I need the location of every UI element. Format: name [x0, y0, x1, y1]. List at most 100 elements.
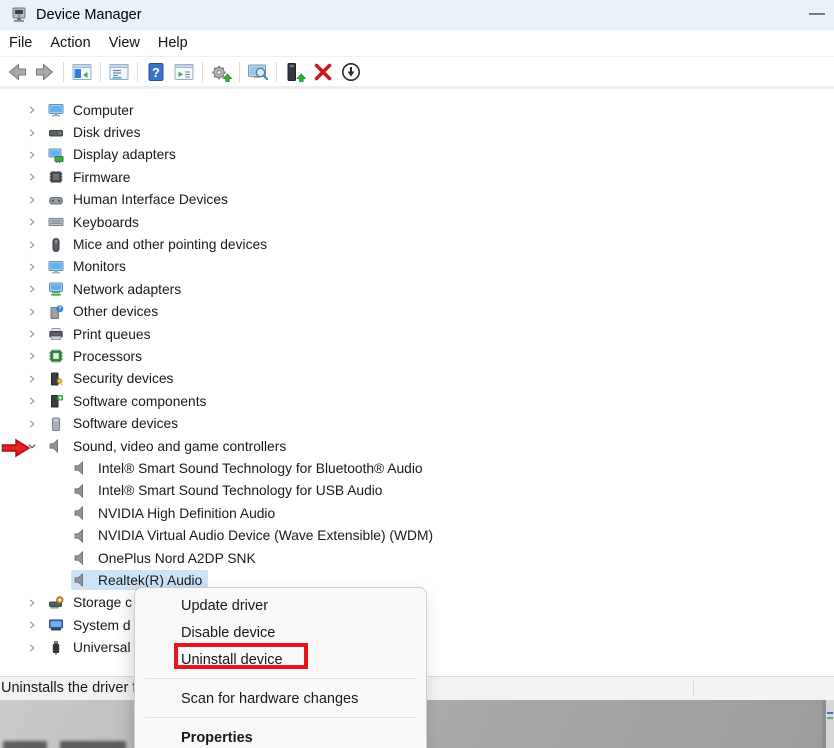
tree-item-nvidia-virtual-audio-device-wave-extensible-wdm[interactable]: NVIDIA Virtual Audio Device (Wave Extens… [0, 524, 834, 546]
chevron-right-icon[interactable] [24, 169, 40, 185]
chevron-down-icon[interactable] [24, 438, 40, 454]
menu-view[interactable]: View [100, 35, 149, 51]
network-icon [48, 281, 64, 297]
disable-device-icon[interactable] [338, 60, 364, 84]
tree-item-disk-drives[interactable]: Disk drives [0, 121, 834, 143]
context-properties[interactable]: Properties [135, 725, 426, 748]
action-pane-icon[interactable] [171, 60, 197, 84]
device-manager-icon [10, 6, 28, 24]
svg-text:?: ? [58, 306, 61, 312]
chevron-right-icon[interactable] [24, 281, 40, 297]
tree-item-firmware[interactable]: Firmware [0, 166, 834, 188]
tree-item-label: Intel® Smart Sound Technology for Blueto… [98, 461, 423, 476]
tree-item-label: Processors [73, 349, 142, 364]
background-window-strip [826, 700, 834, 748]
tree-item-keyboards[interactable]: Keyboards [0, 211, 834, 233]
tree-item-monitors[interactable]: Monitors [0, 256, 834, 278]
chevron-right-icon[interactable] [24, 147, 40, 163]
tree-item-label: Monitors [73, 259, 126, 274]
tree-item-label: Display adapters [73, 147, 176, 162]
menu-help[interactable]: Help [149, 35, 197, 51]
back-icon[interactable] [4, 60, 30, 84]
firmware-icon [48, 169, 64, 185]
tree-item-security-devices[interactable]: Security devices [0, 368, 834, 390]
security-icon [48, 371, 64, 387]
tree-item-human-interface-devices[interactable]: Human Interface Devices [0, 189, 834, 211]
chevron-right-icon[interactable] [24, 348, 40, 364]
status-text: Uninstalls the driver f [1, 680, 136, 696]
toolbar-separator [137, 62, 138, 82]
processor-icon [48, 348, 64, 364]
speaker-icon [73, 572, 89, 588]
system-icon [48, 617, 64, 633]
tree-item-label: Software components [73, 394, 206, 409]
tree-item-print-queues[interactable]: Print queues [0, 323, 834, 345]
tree-item-computer[interactable]: Computer [0, 99, 834, 121]
tree-item-label: Keyboards [73, 215, 139, 230]
menu-bar: FileActionViewHelp [0, 30, 834, 57]
chevron-right-icon[interactable] [24, 304, 40, 320]
usb-icon [48, 640, 64, 656]
chevron-right-icon[interactable] [24, 125, 40, 141]
tree-item-label: Mice and other pointing devices [73, 237, 267, 252]
tree-item-oneplus-nord-a2dp-snk[interactable]: OnePlus Nord A2DP SNK [0, 547, 834, 569]
chevron-right-icon[interactable] [24, 214, 40, 230]
tree-item-label: NVIDIA High Definition Audio [98, 506, 275, 521]
menu-action[interactable]: Action [41, 35, 99, 51]
toolbar-separator [276, 62, 277, 82]
tree-item-software-components[interactable]: Software components [0, 390, 834, 412]
tree-item-software-devices[interactable]: Software devices [0, 412, 834, 434]
context-update-driver[interactable]: Update driver [135, 593, 426, 620]
chevron-right-icon[interactable] [24, 371, 40, 387]
chevron-right-icon[interactable] [24, 237, 40, 253]
forward-icon[interactable] [32, 60, 58, 84]
chevron-right-icon[interactable] [24, 192, 40, 208]
tree-item-label: Other devices [73, 304, 158, 319]
tree-item-label: Print queues [73, 327, 150, 342]
chevron-right-icon[interactable] [24, 102, 40, 118]
tree-item-intel-smart-sound-technology-for-usb-audio[interactable]: Intel® Smart Sound Technology for USB Au… [0, 480, 834, 502]
toolbar-separator [63, 62, 64, 82]
toolbar-separator [202, 62, 203, 82]
tree-item-label: Storage c [73, 595, 132, 610]
context-menu: Update driverDisable deviceUninstall dev… [134, 587, 427, 748]
device-manager-window: Device Manager — FileActionViewHelp ? Co… [0, 0, 834, 748]
device-update-icon[interactable] [282, 60, 308, 84]
tree-item-label: Realtek(R) Audio [98, 573, 202, 588]
console-tree-icon[interactable] [69, 60, 95, 84]
chevron-right-icon[interactable] [24, 393, 40, 409]
chevron-right-icon[interactable] [24, 640, 40, 656]
properties-icon[interactable] [106, 60, 132, 84]
chevron-right-icon[interactable] [24, 617, 40, 633]
context-scan-for-hardware-changes[interactable]: Scan for hardware changes [135, 686, 426, 713]
tree-item-nvidia-high-definition-audio[interactable]: NVIDIA High Definition Audio [0, 502, 834, 524]
computer-icon [48, 102, 64, 118]
title-bar: Device Manager — [0, 0, 834, 30]
speaker-icon [73, 460, 89, 476]
toolbar: ? [0, 58, 834, 89]
status-separator [693, 681, 694, 696]
toolbar-separator [100, 62, 101, 82]
tree-item-mice-and-other-pointing-devices[interactable]: Mice and other pointing devices [0, 233, 834, 255]
tree-item-label: Sound, video and game controllers [73, 439, 286, 454]
context-uninstall-device[interactable]: Uninstall device [135, 647, 426, 674]
help-icon[interactable]: ? [143, 60, 169, 84]
tree-item-label: Human Interface Devices [73, 192, 228, 207]
tree-item-intel-smart-sound-technology-for-bluetooth-audio[interactable]: Intel® Smart Sound Technology for Blueto… [0, 457, 834, 479]
tree-item-network-adapters[interactable]: Network adapters [0, 278, 834, 300]
tree-item-sound-video-and-game-controllers[interactable]: Sound, video and game controllers [0, 435, 834, 457]
scan-hardware-icon[interactable] [245, 60, 271, 84]
tree-item-display-adapters[interactable]: Display adapters [0, 144, 834, 166]
menu-file[interactable]: File [0, 35, 41, 51]
minimize-button[interactable]: — [802, 0, 832, 28]
uninstall-icon[interactable] [310, 60, 336, 84]
chevron-right-icon[interactable] [24, 259, 40, 275]
window-title: Device Manager [36, 7, 142, 23]
context-disable-device[interactable]: Disable device [135, 620, 426, 647]
chevron-right-icon[interactable] [24, 326, 40, 342]
chevron-right-icon[interactable] [24, 595, 40, 611]
tree-item-other-devices[interactable]: ? Other devices [0, 301, 834, 323]
tree-item-processors[interactable]: Processors [0, 345, 834, 367]
update-driver-icon[interactable] [208, 60, 234, 84]
chevron-right-icon[interactable] [24, 416, 40, 432]
